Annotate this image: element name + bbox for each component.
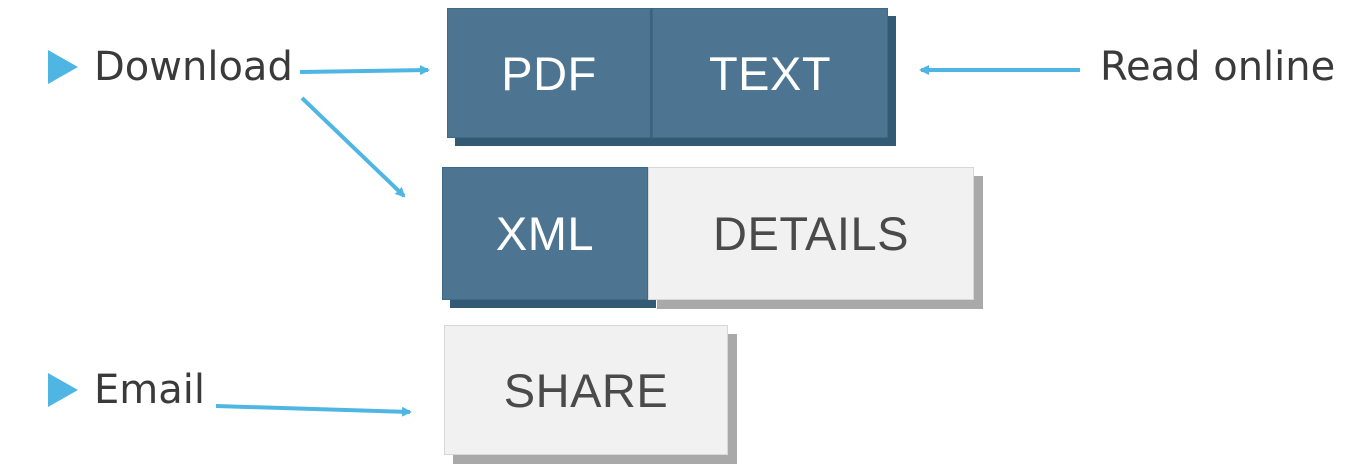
download-to-xml-arrow	[300, 96, 406, 198]
email-to-share-arrow	[215, 404, 412, 417]
arrow-connectors	[215, 65, 1080, 417]
download-to-pdf-arrow	[299, 65, 430, 76]
